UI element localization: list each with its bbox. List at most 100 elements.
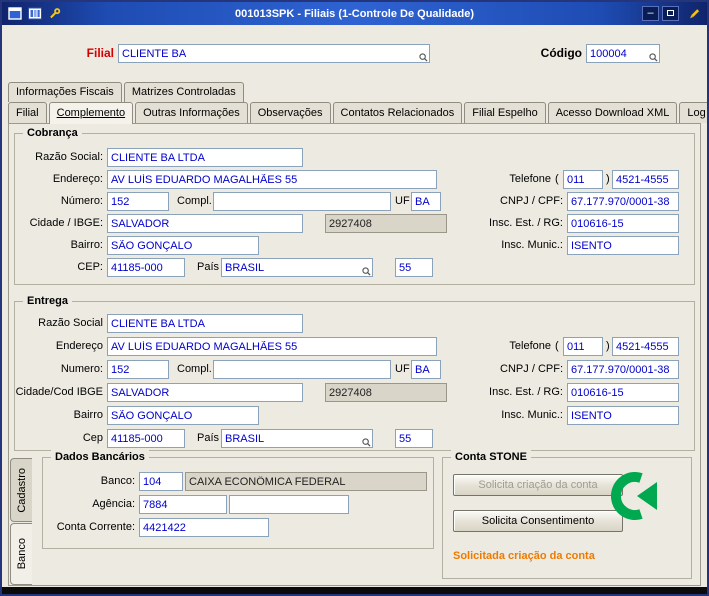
tab-informacoes-fiscais[interactable]: Informações Fiscais: [8, 82, 122, 102]
banco-label: Banco:: [100, 475, 135, 487]
dados-bancarios-group: Dados Bancários Banco: Agência: Conta Co…: [42, 450, 434, 549]
maximize-button[interactable]: [662, 6, 679, 21]
cobranca-ddd-input[interactable]: [563, 170, 603, 189]
cobranca-insc-mun-input[interactable]: [567, 236, 679, 255]
entrega-bairro-input[interactable]: [107, 406, 259, 425]
entrega-pais-codigo-input[interactable]: [395, 429, 433, 448]
filial-magnifier-icon[interactable]: [419, 53, 429, 63]
entrega-numero-input[interactable]: [107, 360, 169, 379]
tab-complemento[interactable]: Complemento: [48, 102, 134, 124]
tab-acesso-download-xml[interactable]: Acesso Download XML: [547, 102, 678, 123]
wrench-icon[interactable]: [48, 7, 61, 20]
cobranca-bairro-label: Bairro:: [70, 239, 103, 251]
solicita-criacao-button[interactable]: Solicita criação da conta: [453, 474, 623, 496]
agencia-input[interactable]: [139, 495, 227, 514]
cobranca-telefone-input[interactable]: [612, 170, 679, 189]
pencil-icon[interactable]: [687, 7, 701, 21]
window-icon[interactable]: [8, 7, 22, 20]
title-bar[interactable]: 001013SPK - Filiais (1-Controle De Quali…: [2, 2, 707, 25]
cobranca-cnpj-label: CNPJ / CPF:: [500, 195, 563, 207]
cobranca-bairro-input[interactable]: [107, 236, 259, 255]
sidetab-cadastro[interactable]: Cadastro: [10, 458, 32, 522]
cobranca-endereco-label: Endereço:: [52, 173, 103, 185]
conta-stone-group: Conta STONE Solicita criação da conta So…: [442, 450, 692, 579]
cobranca-insc-mun-label: Insc. Munic.:: [501, 239, 563, 251]
maximize-icon: [667, 10, 674, 16]
cobranca-insc-est-input[interactable]: [567, 214, 679, 233]
cobranca-compl-label: Compl.: [177, 195, 212, 207]
tab-log[interactable]: Log: [679, 102, 707, 123]
entrega-cidade-input[interactable]: [107, 383, 303, 402]
cobranca-cep-input[interactable]: [107, 258, 185, 277]
entrega-insc-est-input[interactable]: [567, 383, 679, 402]
cobranca-pais-codigo-input[interactable]: [395, 258, 433, 277]
entrega-pais-label: País: [197, 432, 220, 444]
entrega-ddd-input[interactable]: [563, 337, 603, 356]
conta-corrente-input[interactable]: [139, 518, 269, 537]
banco-codigo-input[interactable]: [139, 472, 183, 491]
entrega-numero-label: Numero:: [60, 363, 103, 375]
entrega-telefone-paren-close: ): [606, 340, 610, 352]
columns-icon[interactable]: [28, 7, 42, 20]
minimize-button[interactable]: –: [642, 6, 659, 21]
dados-bancarios-group-title: Dados Bancários: [51, 450, 149, 464]
cobranca-telefone-label: Telefone: [509, 173, 551, 185]
codigo-label: Código: [540, 46, 582, 60]
agencia-extra-input[interactable]: [229, 495, 349, 514]
entrega-cep-input[interactable]: [107, 429, 185, 448]
entrega-compl-input[interactable]: [213, 360, 391, 379]
entrega-compl-label: Compl.: [177, 363, 212, 375]
cobranca-group-title: Cobrança: [23, 126, 82, 140]
entrega-group-title: Entrega: [23, 294, 72, 308]
filial-label: Filial: [86, 46, 114, 60]
cobranca-pais-label: País: [197, 261, 220, 273]
entrega-razao-social-input[interactable]: [107, 314, 303, 333]
filial-input[interactable]: [118, 44, 430, 63]
banco-nome-field: [185, 472, 427, 491]
entrega-insc-mun-input[interactable]: [567, 406, 679, 425]
cobranca-razao-social-input[interactable]: [107, 148, 303, 167]
entrega-razao-social-label: Razão Social: [38, 317, 103, 329]
tab-observacoes[interactable]: Observações: [249, 102, 331, 123]
tab-contatos-relacionados[interactable]: Contatos Relacionados: [332, 102, 463, 123]
tab-outras-informacoes[interactable]: Outras Informações: [135, 102, 248, 123]
entrega-insc-mun-label: Insc. Munic.:: [501, 409, 563, 421]
cobranca-cidade-input[interactable]: [107, 214, 303, 233]
sidetab-banco[interactable]: Banco: [10, 523, 32, 585]
cobranca-cep-label: CEP:: [77, 261, 103, 273]
solicita-consentimento-button[interactable]: Solicita Consentimento: [453, 510, 623, 532]
cobranca-group: Cobrança Razão Social: Endereço: Número:…: [14, 126, 695, 285]
conta-corrente-label: Conta Corrente:: [56, 521, 135, 533]
cobranca-cnpj-input[interactable]: [567, 192, 679, 211]
app-window: 001013SPK - Filiais (1-Controle De Quali…: [0, 0, 709, 596]
cobranca-pais-magnifier-icon[interactable]: [362, 267, 372, 277]
entrega-group: Entrega Razão Social Endereço Numero: Co…: [14, 294, 695, 451]
cobranca-telefone-paren-close: ): [606, 173, 610, 185]
entrega-telefone-label: Telefone: [509, 340, 551, 352]
codigo-magnifier-icon[interactable]: [649, 53, 659, 63]
sidetab-banco-label: Banco: [15, 538, 28, 570]
cobranca-numero-input[interactable]: [107, 192, 169, 211]
entrega-cnpj-input[interactable]: [567, 360, 679, 379]
cobranca-compl-input[interactable]: [213, 192, 391, 211]
entrega-pais-magnifier-icon[interactable]: [362, 438, 372, 448]
entrega-insc-est-label: Insc. Est. / RG:: [489, 386, 563, 398]
entrega-telefone-input[interactable]: [612, 337, 679, 356]
entrega-cnpj-label: CNPJ / CPF:: [500, 363, 563, 375]
entrega-pais-input[interactable]: [221, 429, 373, 448]
conta-stone-group-title: Conta STONE: [451, 450, 531, 464]
cobranca-cidade-label: Cidade / IBGE:: [29, 217, 103, 229]
stone-status-text: Solicitada criação da conta: [453, 550, 595, 562]
top-tab-strip: Informações Fiscais Matrizes Controladas: [8, 82, 246, 102]
cobranca-insc-est-label: Insc. Est. / RG:: [489, 217, 563, 229]
tab-filial[interactable]: Filial: [8, 102, 47, 123]
tab-matrizes-controladas[interactable]: Matrizes Controladas: [123, 82, 244, 102]
cobranca-razao-social-label: Razão Social:: [35, 151, 103, 163]
tab-filial-espelho[interactable]: Filial Espelho: [464, 102, 546, 123]
window-title: 001013SPK - Filiais (1-Controle De Quali…: [234, 7, 474, 20]
cobranca-numero-label: Número:: [60, 195, 103, 207]
stone-logo-icon: [610, 472, 659, 520]
cobranca-telefone-paren-open: (: [555, 173, 559, 185]
cobranca-pais-input[interactable]: [221, 258, 373, 277]
entrega-telefone-paren-open: (: [555, 340, 559, 352]
